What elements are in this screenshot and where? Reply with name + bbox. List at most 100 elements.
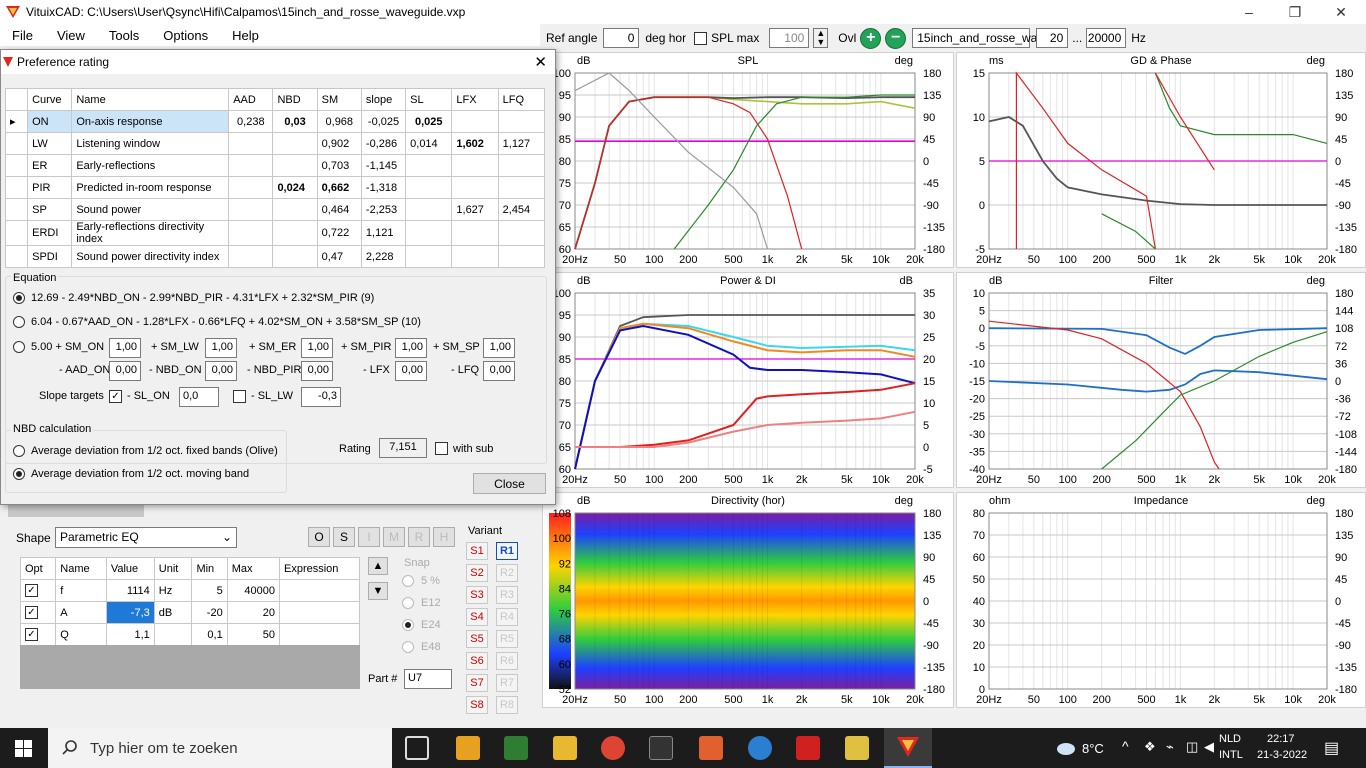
param-expression[interactable]: [279, 579, 360, 602]
table-row-on[interactable]: ▸ ON On-axis response 0,238 0,03 0,968 -0,025 0…: [4, 110, 546, 133]
snap-e24-radio[interactable]: [402, 619, 414, 631]
variant-s8-button[interactable]: S8: [466, 696, 488, 714]
windows-start-icon[interactable]: [15, 740, 32, 757]
snap-5pct-radio[interactable]: [402, 575, 414, 587]
nbd-fixed-bands-radio[interactable]: [13, 445, 25, 457]
maximize-button[interactable]: ❐: [1272, 0, 1318, 24]
equation-9-radio[interactable]: [13, 292, 25, 304]
sm-pir-weight-input[interactable]: 1,00: [395, 338, 427, 358]
variant-r6-button[interactable]: R6: [496, 652, 518, 670]
spl-max-spinner-icon[interactable]: ▲ ▼: [813, 28, 829, 48]
table-row-lw[interactable]: LW Listening window 0,902 -0,286 0,014 1,602 1…: [4, 132, 546, 155]
sm-sp-weight-input[interactable]: 1,00: [483, 338, 515, 358]
move-up-icon[interactable]: ▲: [368, 557, 388, 575]
table-row-spdi[interactable]: SPDI Sound power directivity index 0,47 2,2…: [4, 245, 546, 268]
terminal-icon[interactable]: [649, 736, 673, 760]
taskbar-search-box[interactable]: Typ hier om te zoeken: [48, 728, 392, 768]
network-icon[interactable]: ◫: [1186, 739, 1198, 755]
order-button-m[interactable]: M: [383, 527, 405, 547]
variant-s5-button[interactable]: S5: [466, 630, 488, 648]
table-row-erdi[interactable]: ERDI Early-reflections directivity index 0…: [4, 220, 546, 246]
acrobat-icon[interactable]: [796, 736, 820, 760]
row-indicator[interactable]: [4, 220, 29, 246]
chrome-icon[interactable]: [601, 736, 625, 760]
param-max[interactable]: 50: [226, 623, 281, 646]
row-indicator[interactable]: [4, 132, 29, 155]
spl-plot[interactable]: 20Hz 50 100 200 500 1k 2k 5k 10k 20k1009590858075…: [543, 53, 953, 267]
param-min[interactable]: 0,1: [191, 623, 228, 646]
task-view-icon[interactable]: [405, 736, 429, 760]
order-button-o[interactable]: O: [308, 527, 330, 547]
table-row-er[interactable]: ER Early-reflections 0,703 -1,145: [4, 154, 546, 177]
param-expression[interactable]: [279, 601, 360, 624]
spreadsheet-icon[interactable]: [504, 736, 528, 760]
spl-graph[interactable]: 20Hz 50 100 200 500 1k 2k 5k 10k 20k 100 95 90 85 80 75…: [542, 52, 954, 268]
usb-icon[interactable]: ⌁: [1166, 739, 1174, 755]
file-explorer-icon[interactable]: [553, 736, 577, 760]
freq-from-input[interactable]: 20: [1036, 28, 1069, 48]
menu-tools[interactable]: Tools: [97, 28, 151, 43]
spl-max-input[interactable]: 100: [769, 28, 810, 48]
nbd-pir-weight-input[interactable]: 0,00: [301, 361, 333, 381]
filter-graph[interactable]: 20Hz 50 100 200 500 1k 2k 5k 10k 20k 10 5 0 -5 -10 -15-…: [956, 272, 1366, 488]
variant-r3-button[interactable]: R3: [496, 586, 518, 604]
remove-overlay-icon[interactable]: −: [885, 27, 907, 49]
power-di-graph[interactable]: 20Hz 50 100 200 500 1k 2k 5k 10k 20k 100 95 90 85 80 75…: [542, 272, 954, 488]
table-row[interactable]: ✓ Q 1,1 0,1 50: [19, 623, 360, 646]
minimize-button[interactable]: –: [1226, 0, 1272, 24]
equation-10-radio[interactable]: [13, 316, 25, 328]
param-min[interactable]: 5: [191, 579, 228, 602]
sl-on-checkbox[interactable]: ✓: [109, 390, 122, 403]
directivity-plot[interactable]: 20Hz 50 100 200 500 1k 2k 5k 10k 20k1081009284766…: [543, 493, 953, 707]
param-max[interactable]: 20: [226, 601, 281, 624]
snap-e12-radio[interactable]: [402, 597, 414, 609]
sublime-icon[interactable]: [456, 736, 480, 760]
weather-cloud-icon[interactable]: [1054, 740, 1076, 756]
sl-lw-target-input[interactable]: -0,3: [301, 387, 341, 407]
variant-s6-button[interactable]: S6: [466, 652, 488, 670]
row-indicator[interactable]: [4, 245, 29, 268]
variant-r8-button[interactable]: R8: [496, 696, 518, 714]
param-max[interactable]: 40000: [226, 579, 281, 602]
horizontal-scrollbar[interactable]: [8, 505, 144, 517]
menu-help[interactable]: Help: [220, 28, 271, 43]
menu-options[interactable]: Options: [151, 28, 220, 43]
variant-r7-button[interactable]: R7: [496, 674, 518, 692]
opt-checkbox[interactable]: ✓: [19, 623, 57, 646]
order-button-h[interactable]: H: [433, 527, 455, 547]
variant-r1-button[interactable]: R1: [496, 542, 518, 560]
filter-plot[interactable]: 20Hz 50 100 200 500 1k 2k 5k 10k 20k1050-5-10-15-…: [957, 273, 1365, 487]
gd-phase-graph[interactable]: 20Hz 50 100 200 500 1k 2k 5k 10k 20k 15 10 5 0 -5 180 13…: [956, 52, 1366, 268]
param-min[interactable]: -20: [191, 601, 228, 624]
row-indicator[interactable]: [4, 176, 29, 199]
add-overlay-icon[interactable]: +: [860, 27, 882, 49]
lfq-weight-input[interactable]: 0,00: [483, 361, 515, 381]
sync-icon[interactable]: [748, 736, 772, 760]
overlay-file-input[interactable]: 15inch_and_rosse_wav: [912, 28, 1043, 48]
shape-select[interactable]: Parametric EQ ⌄: [55, 527, 237, 548]
part-number-input[interactable]: U7: [404, 669, 452, 689]
equation-custom-radio[interactable]: [13, 341, 25, 353]
menu-view[interactable]: View: [45, 28, 97, 43]
param-value[interactable]: 1,1: [105, 623, 155, 646]
variant-s7-button[interactable]: S7: [466, 674, 488, 692]
variant-s1-button[interactable]: S1: [466, 542, 488, 560]
variant-s2-button[interactable]: S2: [466, 564, 488, 582]
table-row[interactable]: ✓ f 1114 Hz 5 40000: [19, 579, 360, 602]
app-icon[interactable]: [699, 736, 723, 760]
notifications-icon[interactable]: ▤: [1324, 738, 1339, 758]
nbd-moving-band-radio[interactable]: [13, 468, 25, 480]
weather-temperature[interactable]: 8°C: [1082, 741, 1104, 756]
opt-checkbox[interactable]: ✓: [19, 601, 57, 624]
sl-lw-checkbox[interactable]: [233, 390, 246, 403]
row-indicator[interactable]: [4, 154, 29, 177]
power-plot[interactable]: 20Hz 50 100 200 500 1k 2k 5k 10k 20k1009590858075…: [543, 273, 953, 487]
table-row-sp[interactable]: SP Sound power 0,464 -2,253 1,627 2,454: [4, 198, 546, 221]
spl-max-checkbox[interactable]: [694, 31, 708, 45]
table-row-pir[interactable]: PIR Predicted in-room response 0,024 0,662-…: [4, 176, 546, 199]
param-value[interactable]: 1114: [105, 579, 155, 602]
pinned-app-icon[interactable]: [845, 736, 869, 760]
clock-date[interactable]: 21-3-2022: [1257, 749, 1307, 761]
order-button-s[interactable]: S: [333, 527, 355, 547]
speaker-icon[interactable]: ◀: [1204, 739, 1214, 755]
